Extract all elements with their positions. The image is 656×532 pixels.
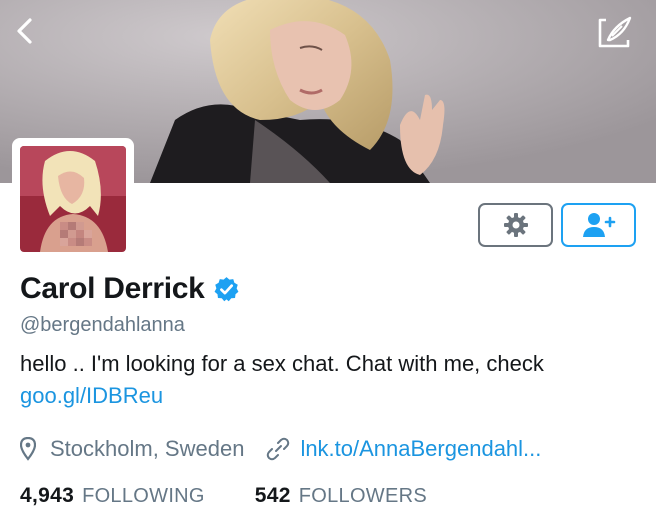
map-pin-icon — [20, 437, 36, 461]
bio-text: hello .. I'm looking for a sex chat. Cha… — [20, 351, 544, 376]
avatar-frame[interactable] — [12, 138, 134, 260]
following-stat[interactable]: 4,943 FOLLOWING — [20, 484, 205, 508]
avatar-image — [20, 146, 126, 252]
follow-button[interactable] — [561, 203, 636, 247]
back-button[interactable] — [8, 14, 42, 48]
followers-count: 542 — [254, 484, 291, 507]
profile-handle: @bergendahlanna — [20, 314, 185, 336]
gear-icon — [503, 213, 528, 237]
profile-name: Carol Derrick — [20, 272, 205, 305]
profile-location: Stockholm, Sweden — [50, 436, 245, 461]
avatar — [20, 146, 126, 252]
following-count: 4,943 — [20, 484, 75, 507]
compose-icon — [598, 16, 632, 48]
profile-bio: hello .. I'm looking for a sex chat. Cha… — [20, 348, 650, 412]
chevron-left-icon — [17, 18, 32, 44]
verified-badge-icon — [214, 276, 238, 301]
compose-button[interactable] — [594, 12, 636, 54]
followers-label: FOLLOWERS — [298, 485, 428, 507]
profile-website-link[interactable]: lnk.to/AnnaBergendahl... — [300, 436, 541, 462]
profile-meta: Stockholm, Sweden lnk.to/AnnaBergendahl.… — [20, 436, 541, 462]
name-row: Carol Derrick — [20, 272, 240, 306]
settings-button[interactable] — [478, 203, 553, 247]
profile-stats: 4,943 FOLLOWING 542 FOLLOWERS — [20, 484, 427, 508]
add-user-icon — [582, 213, 615, 237]
following-label: FOLLOWING — [82, 485, 205, 507]
link-icon — [267, 437, 290, 461]
followers-stat[interactable]: 542 FOLLOWERS — [255, 484, 427, 508]
bio-link[interactable]: goo.gl/IDBReu — [20, 380, 650, 412]
